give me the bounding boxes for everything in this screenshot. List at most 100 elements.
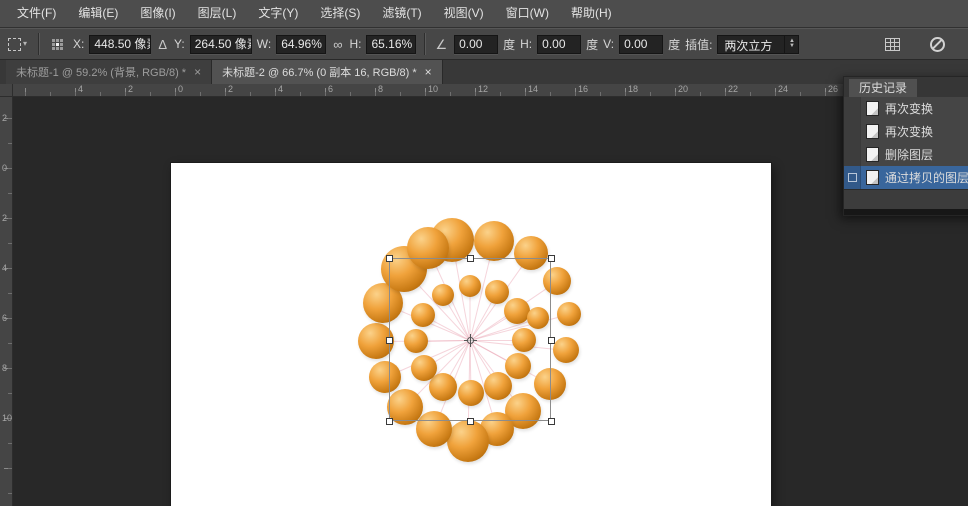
ruler-number: 10 <box>2 413 12 423</box>
link-dimensions-icon[interactable]: ∞ <box>331 38 344 51</box>
ruler-number: 18 <box>628 84 638 94</box>
transform-handle-se[interactable] <box>548 418 555 425</box>
tab-close-button[interactable]: × <box>425 66 432 78</box>
h-skew-label: H: <box>520 37 532 51</box>
interpolation-value: 两次立方 <box>718 36 784 53</box>
transform-handle-e[interactable] <box>548 337 555 344</box>
rotate-angle-icon: ∠ <box>433 38 449 51</box>
horizontal-ruler[interactable]: 4202468101214161820222426 <box>13 84 968 97</box>
sphere <box>474 221 514 261</box>
history-row-label: 再次变换 <box>885 100 933 117</box>
menu-item-3[interactable]: 图像(I) <box>129 0 186 27</box>
ruler-number: 0 <box>2 163 7 173</box>
transform-handle-nw[interactable] <box>386 255 393 262</box>
menu-item-1[interactable]: 文件(F) <box>6 0 67 27</box>
menu-item-5[interactable]: 文字(Y) <box>247 0 309 27</box>
reference-point-ring <box>467 337 474 344</box>
relative-positioning-icon[interactable]: Δ <box>156 38 169 51</box>
history-state-cell[interactable] <box>844 166 861 189</box>
history-state-icon <box>866 101 879 116</box>
ruler-number: 6 <box>328 84 333 94</box>
reference-point-locator[interactable] <box>52 39 63 50</box>
ruler-corner[interactable] <box>0 84 13 97</box>
ruler-number: 10 <box>428 84 438 94</box>
height-input[interactable]: 65.16% <box>366 35 416 54</box>
sphere <box>447 420 489 462</box>
history-row-1[interactable]: 再次变换 <box>844 97 968 120</box>
history-state-cell[interactable] <box>844 143 861 166</box>
vertical-ruler[interactable]: 20246810 <box>0 97 13 506</box>
separator <box>38 33 39 55</box>
y-position-input[interactable]: 264.50 像素 <box>190 35 252 54</box>
menubar: 文件(F)编辑(E)图像(I)图层(L)文字(Y)选择(S)滤镜(T)视图(V)… <box>0 0 968 28</box>
v-skew-label: V: <box>603 37 614 51</box>
menu-item-7[interactable]: 滤镜(T) <box>371 0 432 27</box>
height-label: H: <box>349 37 361 51</box>
ruler-number: 2 <box>128 84 133 94</box>
transform-handle-sw[interactable] <box>386 418 393 425</box>
tool-preset-button[interactable]: ▾ <box>5 38 30 51</box>
history-panel-footer <box>844 189 968 209</box>
history-state-icon <box>866 147 879 162</box>
history-list: 再次变换再次变换删除图层通过拷贝的图层 <box>844 97 968 189</box>
history-row-label: 再次变换 <box>885 123 933 140</box>
transform-handle-w[interactable] <box>386 337 393 344</box>
document-tab-1[interactable]: 未标题-1 @ 59.2% (背景, RGB/8) * × <box>6 60 212 84</box>
menu-item-10[interactable]: 帮助(H) <box>560 0 623 27</box>
sphere <box>557 302 581 326</box>
h-skew-input[interactable]: 0.00 <box>537 35 581 54</box>
transform-tool-icon <box>8 38 21 51</box>
reference-point-crosshair[interactable] <box>464 334 477 347</box>
ruler-number: 24 <box>778 84 788 94</box>
v-skew-input[interactable]: 0.00 <box>619 35 663 54</box>
ruler-number: 2 <box>2 113 7 123</box>
history-row-2[interactable]: 再次变换 <box>844 120 968 143</box>
menu-item-9[interactable]: 窗口(W) <box>495 0 560 27</box>
ruler-number: 12 <box>478 84 488 94</box>
ruler-number: 4 <box>278 84 283 94</box>
history-panel: 历史记录 再次变换再次变换删除图层通过拷贝的图层 <box>843 76 968 216</box>
menu-item-6[interactable]: 选择(S) <box>309 0 371 27</box>
transform-handle-ne[interactable] <box>548 255 555 262</box>
tab-label: 未标题-1 @ 59.2% (背景, RGB/8) * <box>16 64 186 80</box>
ruler-number: 8 <box>378 84 383 94</box>
rotation-input[interactable]: 0.00 <box>454 35 498 54</box>
degree-label: 度 <box>503 36 515 53</box>
ruler-number: 4 <box>78 84 83 94</box>
history-row-4[interactable]: 通过拷贝的图层 <box>844 166 968 189</box>
ruler-number: 8 <box>2 363 7 373</box>
history-panel-tab[interactable]: 历史记录 <box>849 79 917 97</box>
history-state-cell[interactable] <box>844 97 861 120</box>
width-input[interactable]: 64.96% <box>276 35 326 54</box>
history-row-label: 通过拷贝的图层 <box>885 169 968 186</box>
ruler-number: 2 <box>228 84 233 94</box>
stepper-icon[interactable]: ▲▼ <box>784 36 798 53</box>
ruler-number: 4 <box>2 263 7 273</box>
transform-options-bar: ▾ X: 448.50 像素 Δ Y: 264.50 像素 W: 64.96% … <box>0 28 968 60</box>
menu-item-2[interactable]: 编辑(E) <box>67 0 129 27</box>
menu-item-4[interactable]: 图层(L) <box>187 0 248 27</box>
ruler-number: 26 <box>828 84 838 94</box>
tab-close-button[interactable]: × <box>194 66 201 78</box>
panel-bottom-bar <box>844 209 968 215</box>
cancel-transform-icon[interactable] <box>930 37 945 52</box>
ruler-number: 14 <box>528 84 538 94</box>
history-row-3[interactable]: 删除图层 <box>844 143 968 166</box>
x-label: X: <box>73 37 84 51</box>
interpolation-dropdown[interactable]: 两次立方 ▲▼ <box>717 35 799 54</box>
interpolation-label: 插值: <box>685 36 712 53</box>
history-row-label: 删除图层 <box>885 146 933 163</box>
transform-handle-n[interactable] <box>467 255 474 262</box>
document-tab-2[interactable]: 未标题-2 @ 66.7% (0 副本 16, RGB/8) *× <box>212 60 443 84</box>
history-state-cell[interactable] <box>844 120 861 143</box>
history-panel-header: 历史记录 <box>844 77 968 97</box>
transform-handle-s[interactable] <box>467 418 474 425</box>
warp-mode-toggle-icon[interactable] <box>885 38 900 51</box>
chevron-down-icon: ▾ <box>23 40 27 48</box>
ruler-number: 22 <box>728 84 738 94</box>
ruler-number: 16 <box>578 84 588 94</box>
document-tabbar: 未标题-1 @ 59.2% (背景, RGB/8) *×未标题-2 @ 66.7… <box>0 60 968 84</box>
state-source-box <box>848 173 857 182</box>
x-position-input[interactable]: 448.50 像素 <box>89 35 151 54</box>
menu-item-8[interactable]: 视图(V) <box>433 0 495 27</box>
